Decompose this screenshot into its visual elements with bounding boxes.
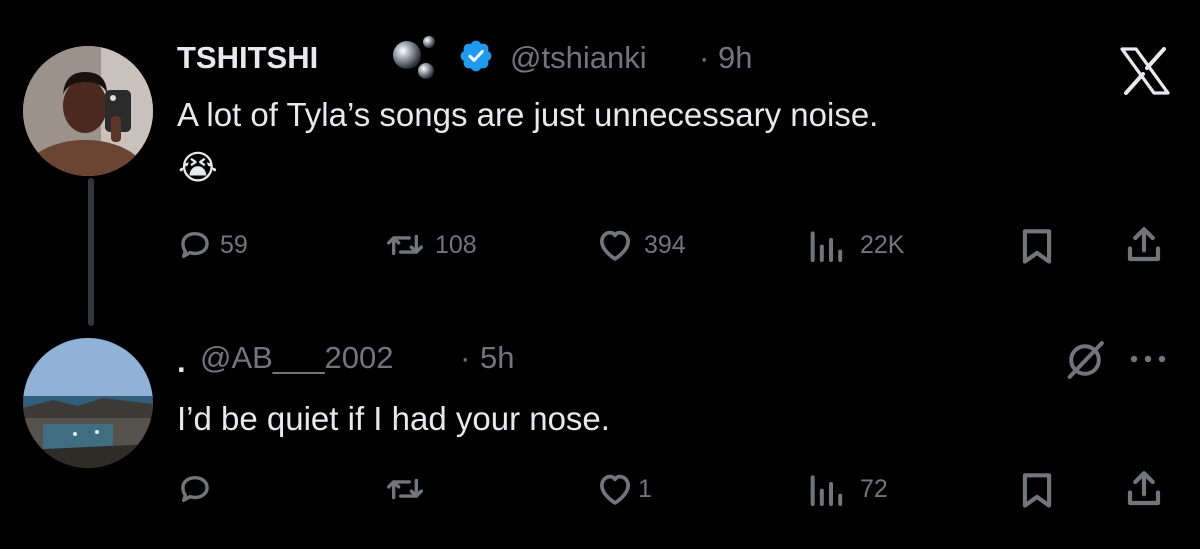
reply-button[interactable]: 59	[178, 228, 248, 262]
x-logo-icon[interactable]	[1118, 46, 1172, 96]
reply-author-handle[interactable]: @AB___2002	[200, 340, 394, 376]
share-icon[interactable]	[1124, 468, 1164, 510]
meta-separator: ·	[699, 40, 710, 75]
circle-slash-icon[interactable]	[1062, 340, 1108, 380]
like-button[interactable]: 394	[596, 228, 686, 262]
reply-like-button[interactable]: 1	[596, 472, 652, 506]
verified-badge-icon[interactable]	[458, 38, 494, 74]
reply-time[interactable]: 5h	[480, 340, 514, 376]
reply-icon	[178, 228, 212, 262]
bookmark-icon[interactable]	[1019, 471, 1055, 509]
reply-like-count: 1	[638, 474, 652, 503]
share-icon[interactable]	[1124, 224, 1164, 266]
thread-connector-line	[88, 178, 94, 326]
reply-count: 59	[220, 230, 248, 259]
reply-meta-separator: ·	[460, 340, 471, 375]
heart-icon	[596, 472, 634, 506]
reply-retweet-button[interactable]	[385, 472, 435, 506]
reply-views-count: 72	[860, 474, 888, 503]
reply-icon	[178, 472, 212, 506]
reply-reply-button[interactable]	[178, 472, 220, 506]
reply-text: I’d be quiet if I had your nose.	[177, 400, 610, 437]
heart-icon	[596, 228, 634, 262]
avatar-photo	[23, 338, 153, 468]
views-button[interactable]: 22K	[806, 228, 904, 262]
reply-author-avatar[interactable]	[23, 338, 153, 468]
avatar-photo	[23, 46, 153, 176]
author-handle[interactable]: @tshianki	[510, 40, 647, 76]
like-count: 394	[644, 230, 686, 259]
tweet-text: A lot of Tyla’s songs are just unnecessa…	[177, 96, 879, 133]
crying-emoji: 😭	[178, 149, 218, 187]
more-dots-icon[interactable]	[1128, 352, 1168, 366]
views-count: 22K	[860, 230, 905, 259]
retweet-icon	[385, 472, 425, 506]
views-bar-icon	[806, 472, 846, 506]
tweet-time[interactable]: 9h	[718, 40, 752, 76]
views-bar-icon	[806, 228, 846, 262]
retweet-button[interactable]: 108	[385, 228, 477, 262]
author-name[interactable]: TSHITSHI	[177, 40, 318, 76]
retweet-icon	[385, 228, 425, 262]
reply-views-button[interactable]: 72	[806, 472, 888, 506]
retweet-count: 108	[435, 230, 477, 259]
author-avatar[interactable]	[23, 46, 153, 176]
bookmark-icon[interactable]	[1019, 227, 1055, 265]
bubbles-emoji	[385, 30, 445, 80]
reply-author-name[interactable]: .	[177, 344, 186, 380]
